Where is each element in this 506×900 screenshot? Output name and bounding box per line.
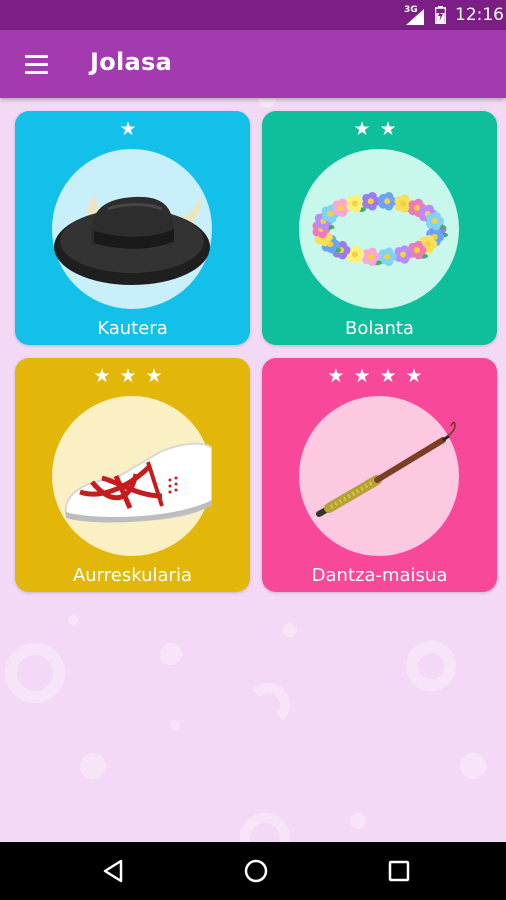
level-grid: ★ Kautera ★★ Bolanta ★★★ Aurreskularia ★… (0, 98, 506, 842)
app-bar: Jolasa (0, 30, 506, 98)
back-triangle-icon[interactable] (97, 856, 129, 886)
star-rating: ★ (119, 118, 146, 140)
page-title: Jolasa (90, 48, 173, 76)
level-card-aurreskularia[interactable]: ★★★ Aurreskularia (15, 358, 250, 592)
level-label: Dantza-maisua (311, 565, 448, 586)
recents-square-icon[interactable] (383, 856, 415, 886)
level-illustration-circle (52, 396, 212, 556)
level-illustration-circle (52, 149, 212, 309)
background-decoration (5, 643, 65, 703)
clock: 12:16 (455, 5, 504, 25)
background-decoration (68, 615, 78, 625)
background-decoration (460, 753, 486, 779)
background-decoration (350, 813, 366, 829)
level-label: Aurreskularia (72, 565, 192, 586)
background-decoration (246, 683, 290, 727)
master-baton-icon (316, 421, 456, 517)
status-bar: 3G 12:16 (0, 0, 506, 30)
level-illustration-circle (299, 396, 459, 556)
star-rating: ★★ (353, 118, 406, 140)
flower-wreath-icon (312, 192, 448, 266)
level-label: Kautera (97, 318, 168, 339)
background-decoration (258, 98, 276, 108)
background-decoration (240, 813, 290, 842)
hat-with-horns-icon (54, 193, 210, 285)
level-card-kautera[interactable]: ★ Kautera (15, 111, 250, 345)
level-label: Bolanta (345, 318, 414, 339)
battery-icon (435, 6, 446, 24)
star-rating: ★★★★ (327, 365, 432, 387)
background-decoration (406, 641, 456, 691)
signal-icon (406, 9, 424, 25)
navigation-bar (0, 842, 506, 900)
star-rating: ★★★ (93, 365, 172, 387)
level-card-dantza-maisua[interactable]: ★★★★ Dantza-maisua (262, 358, 497, 592)
level-card-bolanta[interactable]: ★★ Bolanta (262, 111, 497, 345)
dance-shoe-icon (64, 442, 212, 523)
background-decoration (283, 623, 297, 637)
background-decoration (170, 720, 180, 730)
home-circle-icon[interactable] (240, 856, 272, 886)
background-decoration (160, 643, 182, 665)
background-decoration (80, 753, 106, 779)
menu-button[interactable] (16, 46, 58, 82)
level-illustration-circle (299, 149, 459, 309)
